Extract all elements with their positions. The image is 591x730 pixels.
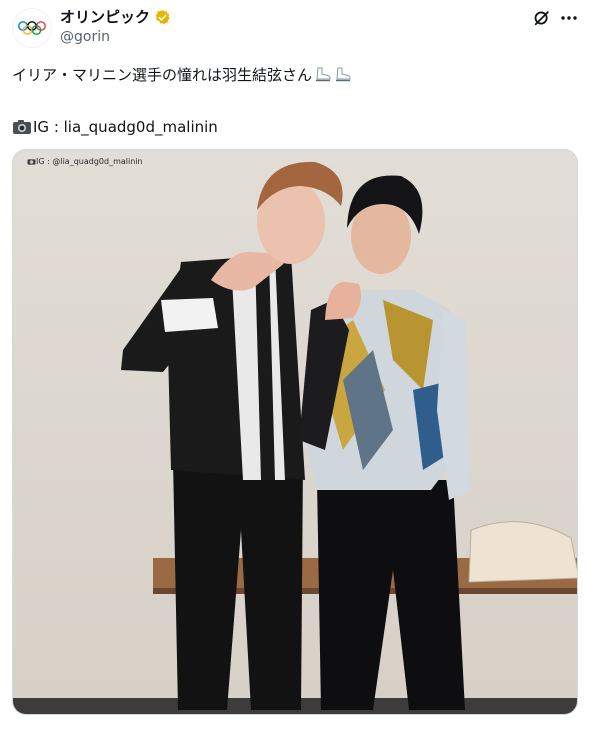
more-icon — [561, 16, 577, 20]
photo-watermark: IG : @lia_quadg0d_malinin — [27, 157, 143, 166]
olympic-rings-icon — [18, 21, 46, 35]
photo-watermark-text: IG : @lia_quadg0d_malinin — [36, 157, 143, 166]
camera-icon — [27, 159, 36, 165]
grok-icon — [534, 11, 549, 26]
display-name[interactable]: オリンピック — [60, 8, 150, 26]
tweet-header: オリンピック @gorin — [0, 0, 591, 60]
camera-icon — [12, 119, 32, 135]
photo-skaters-image — [13, 150, 577, 714]
tweet-text-line-1: イリア・マリニン選手の憧れは羽生結弦さん — [12, 64, 352, 86]
grok-button[interactable] — [532, 8, 552, 28]
tweet-photo[interactable]: IG : @lia_quadg0d_malinin — [12, 149, 578, 715]
tweet-text-line-2: IG : lia_quadg0d_malinin — [12, 116, 218, 138]
author-name-row[interactable]: オリンピック — [60, 8, 171, 26]
tweet-text-main: イリア・マリニン選手の憧れは羽生結弦さん — [12, 66, 313, 84]
ice-skate-icon — [334, 66, 352, 82]
handle[interactable]: @gorin — [60, 29, 110, 45]
instagram-credit: IG : lia_quadg0d_malinin — [33, 118, 218, 136]
ice-skate-icon — [314, 66, 332, 82]
verified-badge-icon — [154, 9, 171, 26]
avatar[interactable] — [12, 8, 52, 48]
more-button[interactable] — [558, 8, 580, 28]
